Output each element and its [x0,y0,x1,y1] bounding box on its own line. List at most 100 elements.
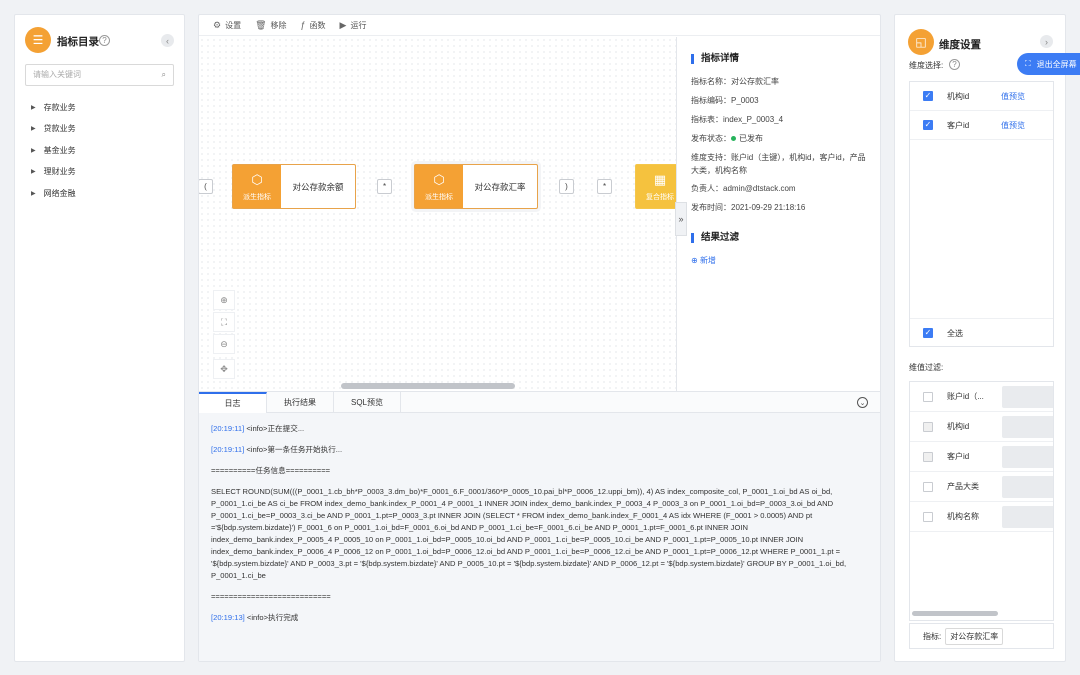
function-icon: ƒ [300,20,306,30]
metric-label: 指标: [923,631,942,641]
checkbox-disabled [923,421,933,432]
node-type-label: 复合指标 [646,193,674,201]
status-value: 已发布 [739,134,763,143]
tree-item-loan[interactable]: ▶ 贷款业务 [31,123,76,134]
list-icon: ☰ [25,27,51,53]
node-type-label: 派生指标 [243,193,271,201]
filter-row[interactable]: 客户id [910,442,1053,472]
tab-sql-preview[interactable]: SQL预览 [334,392,401,413]
log-sql: SELECT ROUND(SUM(((P_0001_1.cb_bh*P_0003… [211,487,847,580]
run-label: 运行 [350,20,367,30]
open-paren-token[interactable]: ( [199,179,213,194]
log-line: [20:19:11] <info>第一条任务开始执行... [211,444,868,456]
checkbox-checked[interactable]: ✓ [923,328,933,338]
filter-name: 产品大类 [947,482,979,491]
gear-icon: ⚙ [213,19,222,30]
filter-value-input[interactable] [1002,416,1053,438]
formula-canvas[interactable]: ( ⬡ 派生指标 对公存款余额 * ⬡ 派生指标 对公存款汇率 ) * ▦ 复合指标 … [199,37,695,391]
tree-item-label: 理财业务 [43,167,76,176]
checkbox-disabled [923,451,933,462]
close-paren-token[interactable]: ) [559,179,574,194]
filter-title: 结果过滤 [691,233,739,243]
metric-tag: 对公存款汇率 [945,627,1004,645]
checkbox[interactable] [923,481,933,492]
canvas-scrollbar[interactable] [341,383,515,389]
checkbox[interactable] [923,511,933,522]
node-deposit-rate[interactable]: ⬡ 派生指标 对公存款汇率 [414,164,538,209]
detail-dimensions: 维度支持：账户id（主键），机构id，客户id，产品大类，机构名称 [691,153,866,175]
filter-row[interactable]: 机构名称 [910,502,1053,532]
tab-result[interactable]: 执行结果 [267,392,334,413]
fit-view-icon[interactable]: ⛶ [213,312,235,332]
filter-list: 账户id（... 机构id 客户id 产品大类 机构名称 [909,381,1054,621]
collapse-left-icon[interactable]: ‹ [161,34,174,47]
checkbox-checked[interactable]: ✓ [923,91,933,101]
editor-panel: ⚙ 设置 🗑 移除 ƒ 函数 ▶ 运行 ( ⬡ 派生指标 对公存款余额 * ⬡ 派生指标 对… [198,14,881,662]
caret-right-icon: ▶ [31,169,36,175]
filter-row[interactable]: 机构id [910,412,1053,442]
fullscreen-exit-icon: ⛶ [1025,59,1031,68]
settings-button[interactable]: ⚙ 设置 [213,20,241,31]
function-button[interactable]: ƒ 函数 [301,20,326,31]
add-filter-button[interactable]: ⊕ 新增 [691,255,716,266]
detail-status: 发布状态： 已发布 [691,132,871,145]
dimension-row[interactable]: ✓ 机构id 值预览 [910,82,1053,111]
caret-right-icon: ▶ [31,148,36,154]
node-type-badge: ⬡ 派生指标 [415,165,463,208]
multiply-token-2[interactable]: * [597,179,612,194]
run-button[interactable]: ▶ 运行 [340,20,367,31]
dimension-list: ✓ 机构id 值预览 ✓ 客户id 值预览 ✓ 全选 [909,81,1054,347]
expand-icon[interactable]: » [675,202,687,236]
filter-name: 客户id [947,452,970,461]
filter-row[interactable]: 账户id（... [910,382,1053,412]
filter-row[interactable]: 产品大类 [910,472,1053,502]
play-icon: ▶ [339,19,347,30]
trash-icon: 🗑 [255,19,267,30]
checkbox[interactable] [923,391,933,402]
filter-value-input[interactable] [1002,446,1053,468]
filter-value-input[interactable] [1002,506,1053,528]
dimension-settings-panel: ◱ 维度设置 › 维度选择: ? ✓ 机构id 值预览 ✓ 客户id 值预览 ✓ 全选 维… [894,14,1066,662]
zoom-in-icon[interactable]: ⊕ [213,290,235,310]
toolbar: ⚙ 设置 🗑 移除 ƒ 函数 ▶ 运行 [199,15,880,36]
tree-item-wealth[interactable]: ▶ 理财业务 [31,166,76,177]
filter-scrollbar[interactable] [912,611,998,616]
collapse-right-icon[interactable]: › [1040,35,1053,48]
value-preview-link[interactable]: 值预览 [1001,91,1025,102]
value-preview-link[interactable]: 值预览 [1001,120,1025,131]
exit-fullscreen-button[interactable]: ⛶ 退出全屏幕 [1017,53,1080,75]
zoom-out-icon[interactable]: ⊖ [213,334,235,354]
log-line: ==========任务信息========== [211,466,331,475]
filter-value-input[interactable] [1002,386,1053,408]
chevron-down-icon[interactable]: ⌄ [857,397,868,408]
tab-log[interactable]: 日志 [199,392,267,413]
dimension-name: 客户id [947,120,970,130]
node-label: 对公存款余额 [292,181,344,192]
search-input[interactable]: 请输入关键词 ⌕ [25,64,174,86]
help-icon[interactable]: ? [949,59,960,70]
checkbox-checked[interactable]: ✓ [923,120,933,130]
multiply-token-1[interactable]: * [377,179,392,194]
add-label: 新增 [699,256,716,265]
tree-item-label: 基金业务 [43,146,76,155]
filter-value-input[interactable] [1002,476,1053,498]
node-type-badge: ⬡ 派生指标 [233,165,281,208]
tree-item-deposit[interactable]: ▶ 存款业务 [31,102,76,113]
dim-select-label: 维度选择: [909,60,943,71]
tree-item-fund[interactable]: ▶ 基金业务 [31,145,76,156]
dimension-row[interactable]: ✓ 客户id 值预览 [910,111,1053,140]
filter-name: 机构id [947,422,970,431]
log-time: [20:19:13] [211,613,245,622]
log-line: [20:19:13] <info>执行完成 [211,612,868,624]
log-text: <info>第一条任务开始执行... [244,445,343,454]
remove-button[interactable]: 🗑 移除 [255,20,286,31]
settings-label: 设置 [225,20,242,30]
hexagon-icon: ⬡ [251,171,263,187]
center-icon[interactable]: ✥ [213,359,235,379]
caret-right-icon: ▶ [31,126,36,132]
caret-right-icon: ▶ [31,191,36,197]
node-deposit-balance[interactable]: ⬡ 派生指标 对公存款余额 [232,164,356,209]
select-all-row[interactable]: ✓ 全选 [910,318,1053,347]
tree-item-online-finance[interactable]: ▶ 网络金融 [31,188,76,199]
help-icon[interactable]: ? [99,35,110,46]
